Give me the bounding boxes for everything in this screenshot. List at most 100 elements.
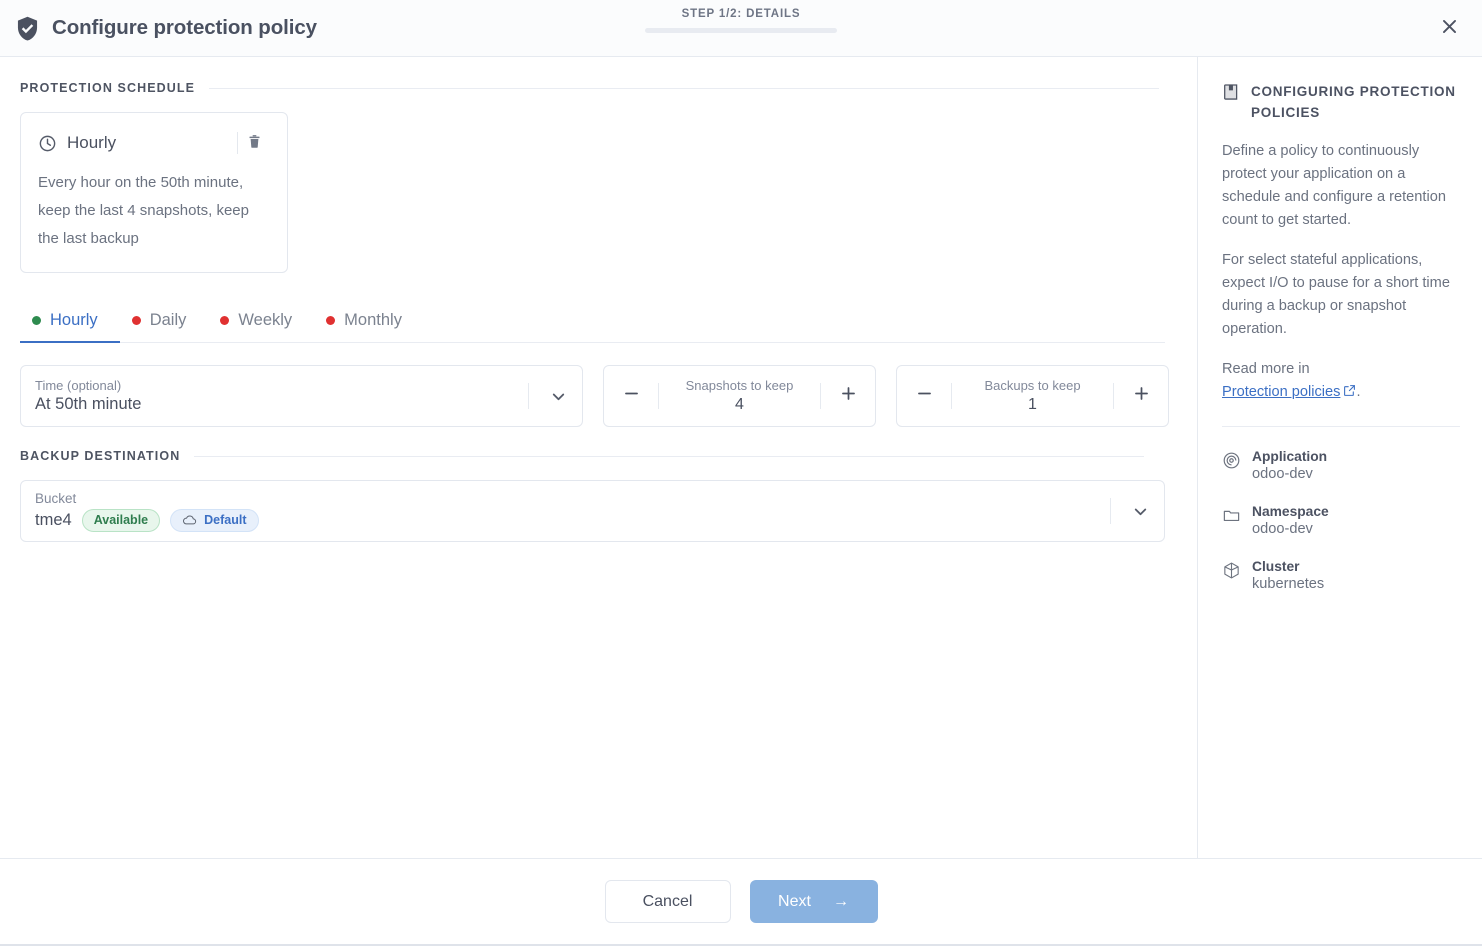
schedule-card-header: Hourly bbox=[38, 129, 270, 157]
bucket-value-row: tme4 Available Default bbox=[35, 508, 259, 532]
configure-protection-policy-dialog: Configure protection policy STEP 1/2: DE… bbox=[0, 0, 1482, 946]
external-link-icon bbox=[1340, 384, 1356, 400]
page-title: Configure protection policy bbox=[52, 16, 317, 39]
metadata-text-namespace: Namespace odoo-dev bbox=[1252, 504, 1329, 537]
metadata-value-cluster: kubernetes bbox=[1252, 576, 1325, 592]
help-panel-header: CONFIGURING PROTECTION POLICIES bbox=[1222, 81, 1460, 123]
frequency-tabs: Hourly Daily Weekly Monthly bbox=[20, 307, 1165, 343]
time-select-value: At 50th minute bbox=[35, 395, 142, 413]
metadata-text-application: Application odoo-dev bbox=[1252, 449, 1327, 482]
cancel-button[interactable]: Cancel bbox=[604, 880, 731, 923]
snapshots-value-group: Snapshots to keep 4 bbox=[659, 366, 820, 426]
help-paragraph-2: For select stateful applications, expect… bbox=[1222, 252, 1450, 337]
tab-weekly[interactable]: Weekly bbox=[208, 307, 314, 343]
help-read-more: Read more in Protection policies. bbox=[1222, 358, 1460, 404]
backup-destination-section-header: BACKUP DESTINATION bbox=[20, 449, 1177, 463]
tab-hourly[interactable]: Hourly bbox=[20, 307, 120, 343]
snapshots-value: 4 bbox=[735, 396, 744, 413]
protection-schedule-section-header: PROTECTION SCHEDULE bbox=[20, 81, 1177, 95]
read-more-prefix: Read more in bbox=[1222, 361, 1310, 377]
metadata-value-application: odoo-dev bbox=[1252, 466, 1313, 482]
delete-schedule-button[interactable] bbox=[238, 130, 270, 156]
backup-destination-section: BACKUP DESTINATION Bucket tme4 Available bbox=[20, 449, 1177, 542]
field-divider bbox=[528, 383, 529, 409]
tab-daily[interactable]: Daily bbox=[120, 307, 209, 343]
default-badge-label: Default bbox=[204, 513, 247, 527]
metadata-label-namespace: Namespace bbox=[1252, 504, 1329, 519]
chevron-down-icon bbox=[1131, 502, 1150, 521]
chevron-down-icon bbox=[549, 387, 568, 406]
field-divider bbox=[1110, 498, 1111, 524]
schedule-card-description: Every hour on the 50th minute, keep the … bbox=[38, 174, 249, 247]
tab-weekly-label: Weekly bbox=[238, 311, 293, 329]
time-select-label: Time (optional) bbox=[35, 378, 122, 393]
time-select[interactable]: Time (optional) At 50th minute bbox=[20, 365, 583, 427]
tab-monthly-label: Monthly bbox=[344, 311, 402, 329]
time-select-caret-group bbox=[528, 366, 582, 426]
time-select-content: Time (optional) At 50th minute bbox=[35, 378, 141, 414]
section-label-backup-destination: BACKUP DESTINATION bbox=[20, 449, 181, 463]
snapshots-increment-button[interactable] bbox=[821, 366, 875, 426]
metadata-item-application: Application odoo-dev bbox=[1222, 449, 1460, 482]
schedule-card-title: Hourly bbox=[67, 133, 117, 152]
resource-metadata-list: Application odoo-dev Namespace odoo-dev bbox=[1222, 449, 1460, 592]
shield-check-icon bbox=[14, 15, 41, 42]
metadata-value-namespace: odoo-dev bbox=[1252, 521, 1313, 537]
clock-icon bbox=[38, 134, 57, 153]
minus-icon bbox=[622, 383, 641, 409]
schedule-card-title-group: Hourly bbox=[38, 133, 116, 153]
help-panel-divider bbox=[1222, 426, 1460, 427]
backups-decrement-button[interactable] bbox=[897, 366, 951, 426]
schedule-card-hourly[interactable]: Hourly Every hour on the 50th minute, ke… bbox=[20, 112, 288, 273]
protection-policies-link[interactable]: Protection policies bbox=[1222, 384, 1340, 400]
help-panel: CONFIGURING PROTECTION POLICIES Define a… bbox=[1197, 57, 1482, 858]
backups-value: 1 bbox=[1028, 396, 1037, 413]
bucket-label: Bucket bbox=[35, 490, 77, 506]
dialog-body: PROTECTION SCHEDULE Hourly Every hour on… bbox=[0, 57, 1482, 858]
next-button[interactable]: Next → bbox=[749, 880, 878, 923]
close-icon bbox=[1440, 17, 1459, 39]
backups-to-keep-stepper[interactable]: Backups to keep 1 bbox=[896, 365, 1169, 427]
bucket-select[interactable]: Bucket tme4 Available Default bbox=[20, 480, 1165, 542]
dialog-header: Configure protection policy STEP 1/2: DE… bbox=[0, 0, 1482, 57]
close-button[interactable] bbox=[1434, 13, 1464, 43]
status-dot-weekly bbox=[220, 316, 230, 325]
schedule-fields-row: Time (optional) At 50th minute Snapshots… bbox=[20, 365, 1169, 427]
plus-icon bbox=[1132, 383, 1151, 409]
minus-icon bbox=[915, 383, 934, 409]
cluster-icon bbox=[1222, 559, 1241, 580]
section-label-protection-schedule: PROTECTION SCHEDULE bbox=[20, 81, 196, 95]
help-panel-title: CONFIGURING PROTECTION POLICIES bbox=[1251, 84, 1456, 120]
step-label: STEP 1/2: DETAILS bbox=[681, 8, 801, 20]
tab-daily-label: Daily bbox=[149, 311, 187, 329]
metadata-item-namespace: Namespace odoo-dev bbox=[1222, 504, 1460, 537]
tab-monthly[interactable]: Monthly bbox=[314, 307, 424, 343]
bucket-select-content: Bucket tme4 Available Default bbox=[35, 491, 259, 532]
backups-label: Backups to keep bbox=[984, 378, 1081, 393]
trash-icon bbox=[247, 133, 262, 153]
main-content: PROTECTION SCHEDULE Hourly Every hour on… bbox=[0, 57, 1197, 858]
status-dot-hourly bbox=[32, 316, 41, 325]
status-dot-monthly bbox=[326, 316, 336, 325]
header-title-group: Configure protection policy bbox=[14, 15, 317, 42]
backups-value-group: Backups to keep 1 bbox=[952, 366, 1113, 426]
backups-increment-button[interactable] bbox=[1114, 366, 1168, 426]
next-button-label: Next bbox=[778, 892, 811, 910]
link-suffix: . bbox=[1356, 384, 1361, 400]
cloud-icon bbox=[182, 514, 197, 526]
dialog-footer: Cancel Next → bbox=[0, 858, 1482, 944]
metadata-item-cluster: Cluster kubernetes bbox=[1222, 559, 1460, 592]
plus-icon bbox=[839, 383, 858, 409]
application-icon bbox=[1222, 449, 1241, 470]
bucket-name: tme4 bbox=[35, 510, 72, 529]
metadata-text-cluster: Cluster kubernetes bbox=[1252, 559, 1324, 592]
snapshots-decrement-button[interactable] bbox=[604, 366, 658, 426]
status-dot-daily bbox=[131, 316, 141, 325]
book-icon bbox=[1222, 81, 1240, 101]
folder-icon bbox=[1222, 504, 1241, 525]
bucket-caret-group bbox=[1110, 481, 1164, 541]
section-divider bbox=[194, 455, 1145, 457]
snapshots-to-keep-stepper[interactable]: Snapshots to keep 4 bbox=[603, 365, 876, 427]
status-badge-default: Default bbox=[170, 508, 259, 532]
status-badge-available: Available bbox=[81, 508, 161, 532]
